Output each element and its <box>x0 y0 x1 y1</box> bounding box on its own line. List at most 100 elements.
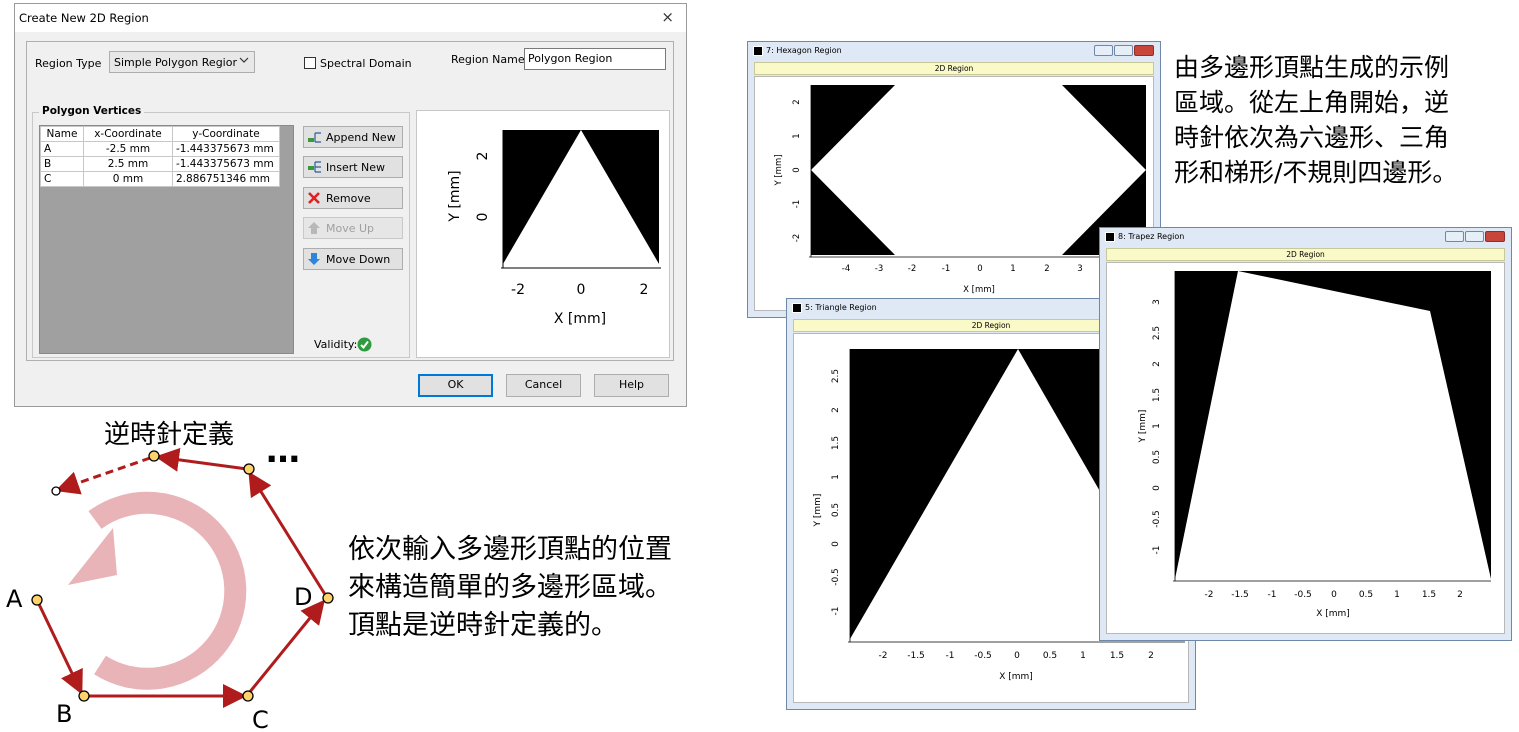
y-tick: 2.5 <box>831 369 841 383</box>
point-label-d: D <box>294 583 312 611</box>
y-tick: 0 <box>1152 485 1162 491</box>
minimize-button[interactable] <box>1445 231 1464 242</box>
point-label-a: A <box>6 585 23 613</box>
trapez-plot: -2 -1.5 -1 -0.5 0 0.5 1 1.5 2 X [mm] 3 2… <box>1138 271 1491 619</box>
x-tick: 1.5 <box>1422 590 1436 600</box>
y-tick: -0.5 <box>831 568 841 586</box>
region-type-label: Region Type <box>35 57 102 70</box>
x-tick: -1 <box>942 264 950 274</box>
x-tick: 2 <box>1457 590 1463 600</box>
region-type-select[interactable]: Simple Polygon Regior <box>109 51 255 73</box>
x-tick: 0 <box>977 264 982 274</box>
spectral-domain-checkbox[interactable] <box>304 57 316 69</box>
point-label-c: C <box>252 706 269 732</box>
x-tick: -4 <box>842 264 850 274</box>
y-tick: -1 <box>831 607 841 616</box>
x-tick: -1 <box>946 651 955 661</box>
plot-strip: 2D Region <box>754 62 1154 75</box>
y-tick: 0.5 <box>1152 450 1162 464</box>
y-tick: 2 <box>831 407 841 413</box>
y-coordinate-cell[interactable]: -1.443375673 mm <box>172 156 280 172</box>
bottom-caption: 依次輸入多邊形頂點的位置 來構造簡單的多邊形區域。 頂點是逆時針定義的。 <box>348 534 672 641</box>
y-tick: 0 <box>792 167 802 172</box>
close-window-button[interactable] <box>1134 45 1154 56</box>
y-coordinate-cell[interactable]: 2.886751346 mm <box>172 171 280 187</box>
maximize-button[interactable] <box>1465 231 1484 242</box>
move-up-button[interactable]: Move Up <box>303 217 403 239</box>
column-header[interactable]: Name <box>40 126 84 142</box>
valid-check-icon <box>357 337 372 355</box>
vertices-table: Name x-Coordinate y-Coordinate A -2.5 mm… <box>40 126 280 187</box>
x-coordinate-cell[interactable]: -2.5 mm <box>83 141 173 157</box>
vertex-name-cell[interactable]: B <box>40 156 84 172</box>
window-title: 8: Trapez Region <box>1118 232 1185 241</box>
vertex-f <box>148 450 160 462</box>
y-tick: 1 <box>831 474 841 480</box>
vertex-name-cell[interactable]: A <box>40 141 84 157</box>
insert-new-button[interactable]: Insert New <box>303 156 403 178</box>
x-tick: 0 <box>1014 651 1020 661</box>
ccw-circle-arrow <box>88 491 247 690</box>
vertex-name-cell[interactable]: C <box>40 171 84 187</box>
top-right-caption: 由多邊形頂點生成的示例 區域。從左上角開始，逆 時針依次為六邊形、三角 形和梯形… <box>1174 53 1458 187</box>
plot-area: -2 -1.5 -1 -0.5 0 0.5 1 1.5 2 X [mm] 3 2… <box>1106 262 1505 634</box>
move-down-button[interactable]: Move Down <box>303 248 403 270</box>
spectral-domain-label: Spectral Domain <box>320 57 412 70</box>
cancel-button[interactable]: Cancel <box>506 374 581 397</box>
vertex-next <box>51 486 61 496</box>
help-button[interactable]: Help <box>594 374 669 397</box>
y-tick: -0.5 <box>1152 510 1162 528</box>
ellipsis: … <box>266 431 300 471</box>
window-icon <box>1105 232 1115 242</box>
diagram-title: 逆時針定義 <box>104 420 234 450</box>
point-label-b: B <box>56 700 72 728</box>
remove-button[interactable]: Remove <box>303 187 403 209</box>
column-header[interactable]: y-Coordinate <box>172 126 280 142</box>
move-down-label: Move Down <box>326 253 391 266</box>
x-tick: 2 <box>1148 651 1154 661</box>
vertex-a <box>31 594 43 606</box>
y-coordinate-cell[interactable]: -1.443375673 mm <box>172 141 280 157</box>
edge-dashed <box>55 456 151 495</box>
region-preview: -2 0 2 X [mm] 2 0 Y [mm] <box>416 110 670 358</box>
y-tick: 1.5 <box>1152 388 1162 402</box>
plot-area: -4 -3 -2 -1 0 1 2 3 X [mm] 2 1 0 -1 -2 Y… <box>754 76 1154 311</box>
x-coordinate-cell[interactable]: 2.5 mm <box>83 156 173 172</box>
x-tick: 1 <box>1010 264 1015 274</box>
window-title: 5: Triangle Region <box>805 303 877 312</box>
hexagon-plot: -4 -3 -2 -1 0 1 2 3 X [mm] 2 1 0 -1 -2 Y… <box>774 85 1146 295</box>
maximize-button[interactable] <box>1114 45 1133 56</box>
ok-button[interactable]: OK <box>418 374 493 397</box>
region-name-input[interactable]: Polygon Region <box>524 48 666 70</box>
minimize-button[interactable] <box>1094 45 1113 56</box>
create-region-dialog: Create New 2D Region × Region Type Simpl… <box>14 3 687 407</box>
chevron-down-icon <box>239 55 249 68</box>
y-tick: 1 <box>792 133 802 138</box>
x-tick: -2 <box>879 651 888 661</box>
x-tick: 2 <box>1044 264 1049 274</box>
append-new-button[interactable]: Append New <box>303 126 403 148</box>
append-new-label: Append New <box>326 131 396 144</box>
y-tick: 3 <box>1152 299 1162 305</box>
table-row[interactable]: A -2.5 mm -1.443375673 mm <box>40 141 280 157</box>
close-window-button[interactable] <box>1485 231 1505 242</box>
edge-e-f <box>155 447 248 472</box>
arrow-down-icon <box>307 252 321 269</box>
y-axis-label: Y [mm] <box>774 154 784 186</box>
column-header[interactable]: x-Coordinate <box>83 126 173 142</box>
x-axis-label: X [mm] <box>963 285 995 295</box>
x-tick: 3 <box>1077 264 1082 274</box>
x-tick: -3 <box>875 264 883 274</box>
preview-plot: -2 0 2 X [mm] 2 0 Y [mm] <box>447 130 661 327</box>
close-icon[interactable]: × <box>661 8 674 26</box>
x-coordinate-cell[interactable]: 0 mm <box>83 171 173 187</box>
remove-icon <box>307 191 321 208</box>
vertices-table-area: Name x-Coordinate y-Coordinate A -2.5 mm… <box>39 125 294 354</box>
window-icon <box>753 46 763 56</box>
table-row[interactable]: B 2.5 mm -1.443375673 mm <box>40 156 280 172</box>
vertex-b <box>78 690 90 702</box>
table-row[interactable]: C 0 mm 2.886751346 mm <box>40 171 280 187</box>
ccw-arrowhead <box>68 528 117 585</box>
arrow-up-icon <box>307 221 321 238</box>
append-icon <box>307 130 323 147</box>
